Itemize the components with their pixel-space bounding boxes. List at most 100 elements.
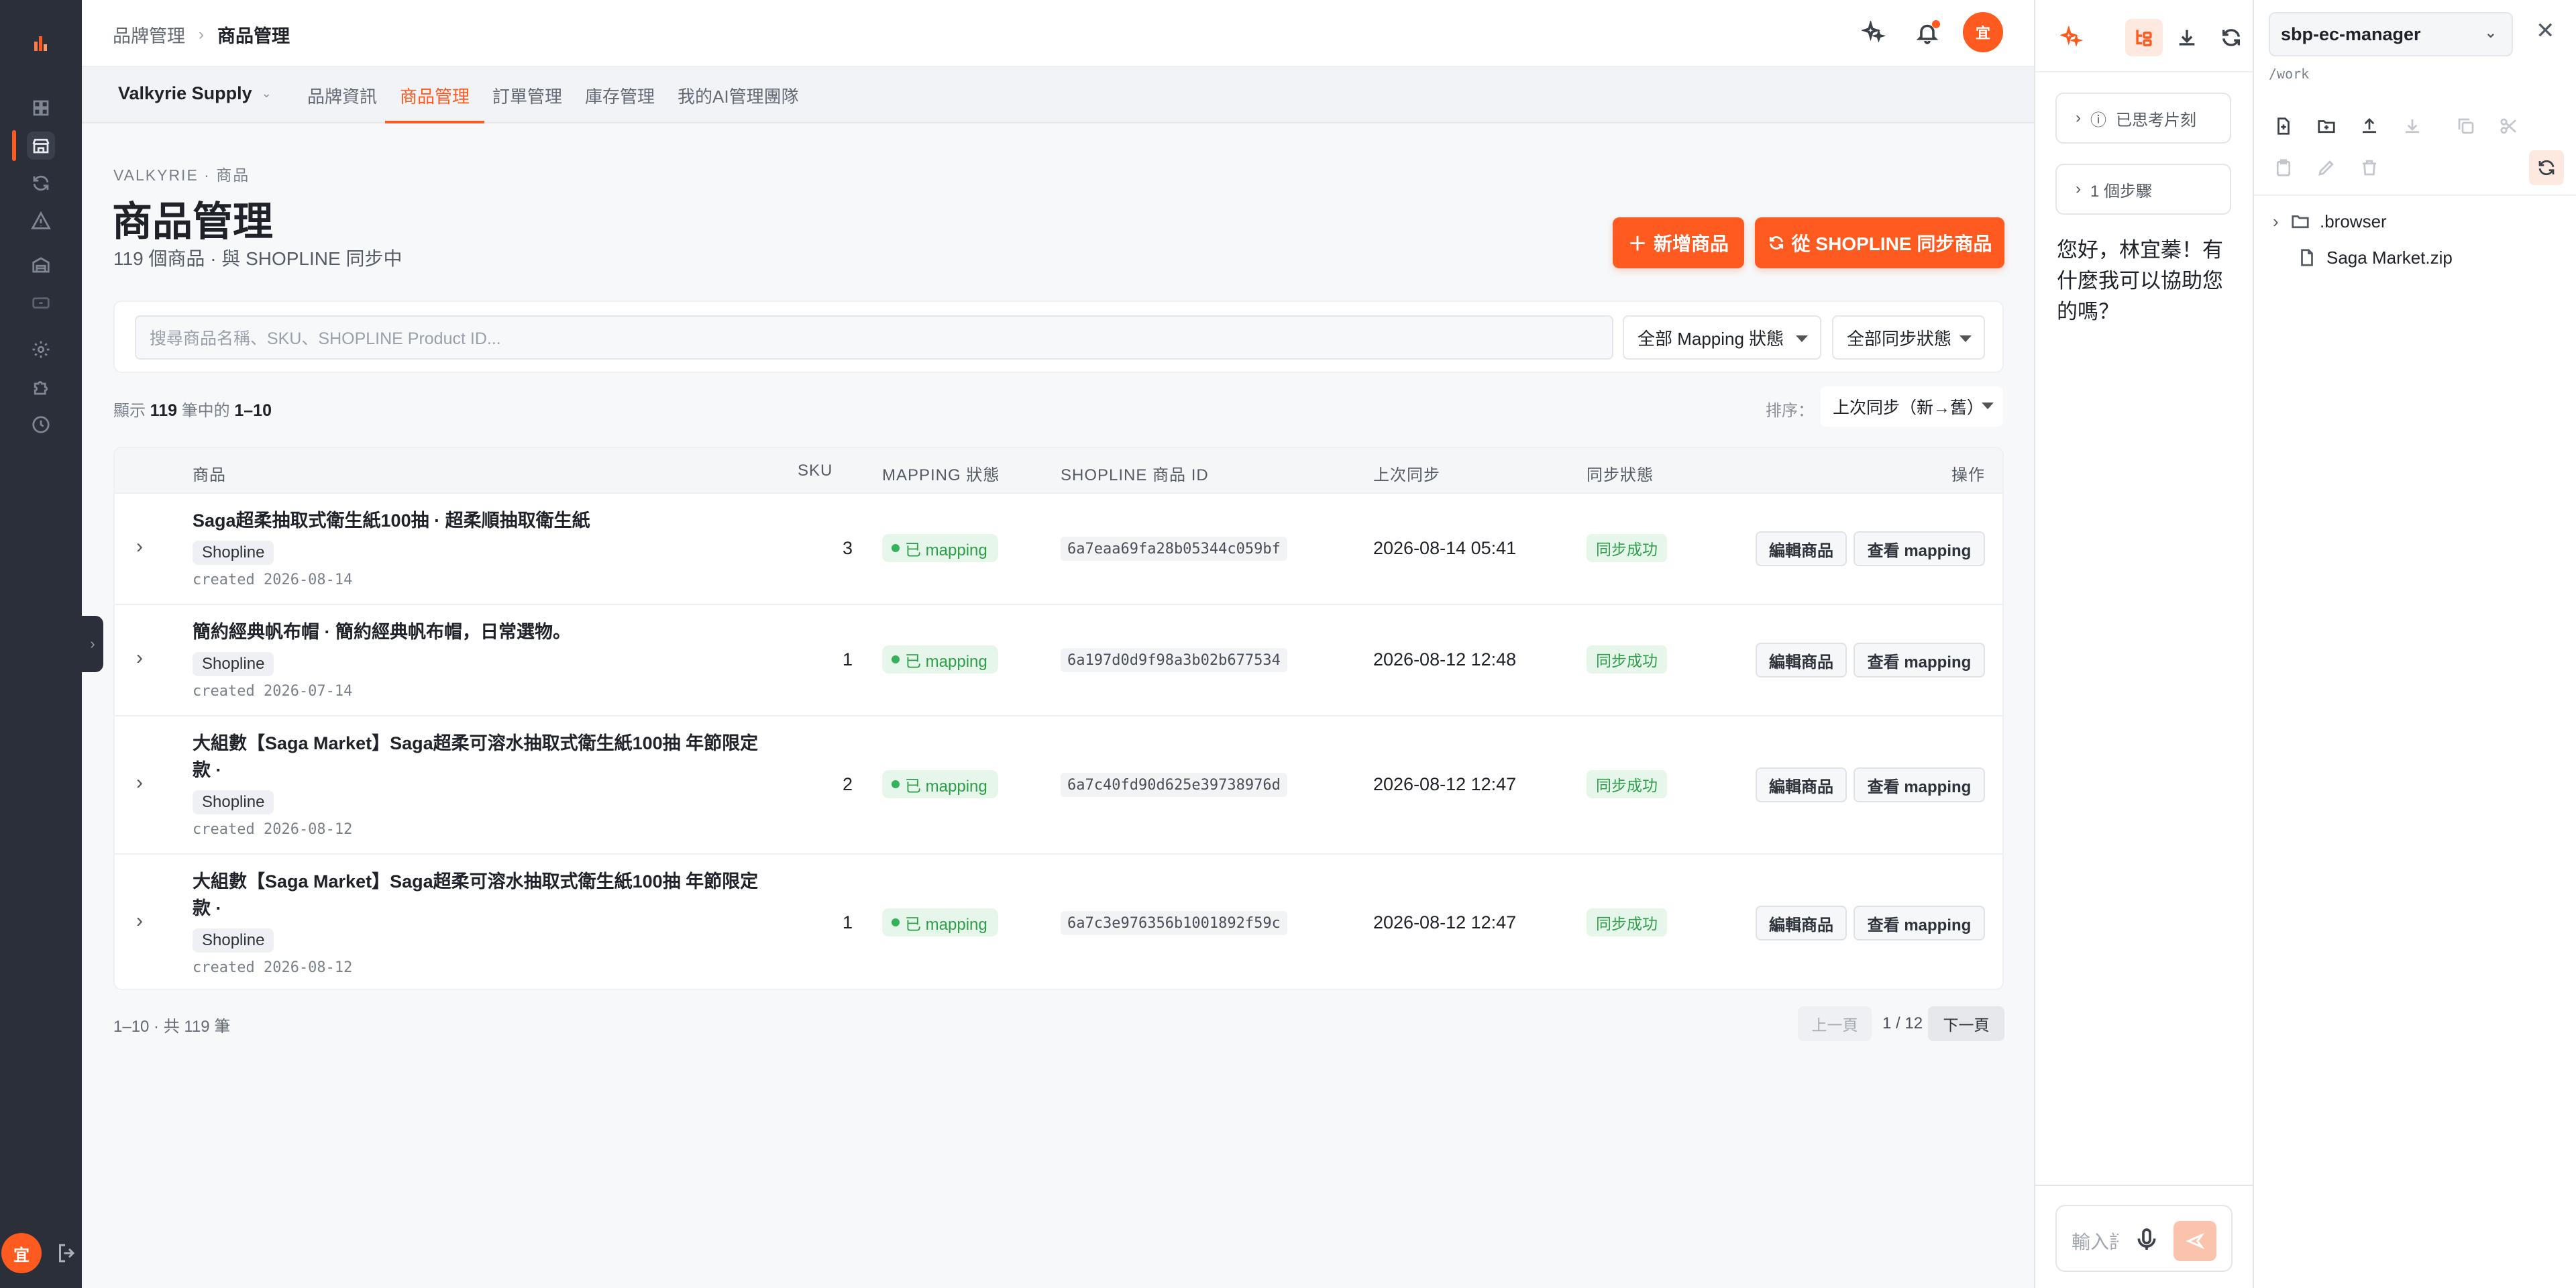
tree-item-file[interactable]: Saga Market.zip <box>2297 243 2453 272</box>
sparkle-icon <box>1862 21 1886 43</box>
sku-count: 1 <box>842 649 853 669</box>
caret-down-icon <box>1960 335 1972 342</box>
microphone-icon[interactable] <box>2133 1226 2160 1253</box>
status-dot <box>892 544 900 552</box>
brand-selector[interactable]: Valkyrie Supply ⌄ <box>118 83 272 104</box>
notifications-button[interactable] <box>1912 17 1943 48</box>
download-file-button[interactable] <box>2398 111 2427 141</box>
sidebar-warehouse[interactable] <box>27 251 55 279</box>
app-logo-icon[interactable] <box>23 27 57 54</box>
created-date: created 2026-08-12 <box>193 821 353 838</box>
table-row[interactable]: › Saga超柔抽取式衛生紙100抽 · 超柔順抽取衛生紙 Shopline c… <box>115 494 2002 605</box>
sidebar-settings[interactable] <box>27 335 55 364</box>
status-dot <box>892 780 900 788</box>
project-selector[interactable]: sbp-ec-manager ⌄ <box>2269 12 2513 56</box>
sparkle-icon <box>2060 26 2083 47</box>
edit-product-button[interactable]: 編輯商品 <box>1756 906 1847 941</box>
steps-label: 1 個步驟 <box>2090 182 2153 201</box>
caret-down-icon <box>1982 402 1994 409</box>
delete-button[interactable] <box>2355 153 2384 182</box>
col-product: 商品 <box>193 466 226 484</box>
edit-product-button[interactable]: 編輯商品 <box>1756 531 1847 566</box>
sidebar-billing[interactable] <box>27 288 55 317</box>
header-avatar[interactable]: 宜 <box>1963 12 2003 52</box>
steps-collapsible[interactable]: › 1 個步驟 <box>2055 164 2231 215</box>
dashboard-icon <box>33 100 49 116</box>
chat-input[interactable]: 輸入訊息 <box>2055 1205 2233 1272</box>
divider <box>2254 195 2576 196</box>
last-sync-time: 2026-08-12 12:47 <box>1373 912 1517 932</box>
expand-row-icon[interactable]: › <box>136 535 143 558</box>
view-mapping-button[interactable]: 查看 mapping <box>1854 906 1985 941</box>
sidebar-sync[interactable] <box>27 169 55 197</box>
new-folder-button[interactable] <box>2312 111 2341 141</box>
new-file-button[interactable] <box>2269 111 2298 141</box>
view-mapping-button[interactable]: 查看 mapping <box>1854 767 1985 802</box>
shopline-product-id: 6a197d0d9f98a3b02b677534 <box>1061 648 1287 672</box>
ai-agent-icon[interactable] <box>2053 19 2090 56</box>
expand-row-icon[interactable]: › <box>136 910 143 932</box>
sync-status-select[interactable]: 全部同步狀態 <box>1832 315 1985 360</box>
shopline-product-id: 6a7eaa69fa28b05344c059bf <box>1061 537 1287 561</box>
sync-status-badge: 同步成功 <box>1587 908 1667 936</box>
sort-select[interactable]: 上次同步（新→舊） <box>1821 386 2003 427</box>
upload-button[interactable] <box>2355 111 2384 141</box>
source-tag: Shopline <box>193 790 274 814</box>
table-row[interactable]: › 簡約經典帆布帽 · 簡約經典帆布帽，日常選物。 Shopline creat… <box>115 605 2002 716</box>
sync-shopline-button[interactable]: 從 SHOPLINE 同步商品 <box>1755 217 2004 268</box>
tab-brand-info[interactable]: 品牌資訊 <box>307 83 377 123</box>
send-button[interactable] <box>2174 1221 2216 1261</box>
mapping-badge: 已 mapping <box>882 770 998 798</box>
expand-row-icon[interactable]: › <box>136 771 143 794</box>
refresh-icon <box>2538 160 2555 176</box>
mapping-status-select[interactable]: 全部 Mapping 狀態 <box>1623 315 1821 360</box>
tab-products[interactable]: 商品管理 <box>384 83 485 123</box>
sidebar-store[interactable] <box>27 131 55 160</box>
edit-product-button[interactable]: 編輯商品 <box>1756 643 1847 678</box>
prev-page-button[interactable]: 上一頁 <box>1798 1006 1872 1041</box>
sidebar-alerts[interactable] <box>27 207 55 235</box>
mapping-label: 已 mapping <box>905 777 987 796</box>
refresh-chat-button[interactable] <box>2212 19 2250 56</box>
refresh-icon <box>1769 236 1783 250</box>
tab-orders[interactable]: 訂單管理 <box>492 83 562 123</box>
close-icon: ✕ <box>2536 18 2555 44</box>
view-mapping-button[interactable]: 查看 mapping <box>1854 643 1985 678</box>
user-avatar[interactable]: 宜 <box>1 1233 42 1273</box>
copy-button[interactable] <box>2451 111 2481 141</box>
cut-button[interactable] <box>2494 111 2524 141</box>
add-product-button[interactable]: ＋ 新增商品 <box>1613 217 1744 268</box>
history-icon <box>32 416 50 433</box>
paste-button[interactable] <box>2269 153 2298 182</box>
last-sync-time: 2026-08-12 12:47 <box>1373 774 1517 794</box>
download-button[interactable] <box>2168 19 2206 56</box>
view-mapping-button[interactable]: 查看 mapping <box>1854 531 1985 566</box>
sidebar-active-indicator <box>12 130 16 161</box>
sidebar-integrations[interactable] <box>27 373 55 401</box>
ai-assistant-button[interactable] <box>1858 17 1889 48</box>
breadcrumb-parent[interactable]: 品牌管理 <box>113 21 185 48</box>
thinking-collapsible[interactable]: › ⓘ 已思考片刻 <box>2055 93 2231 144</box>
project-name: sbp-ec-manager <box>2281 23 2421 44</box>
sidebar-collapse-toggle[interactable]: › <box>82 616 103 672</box>
refresh-files-button[interactable] <box>2529 150 2564 185</box>
sku-count: 1 <box>842 912 853 932</box>
tab-ai-team[interactable]: 我的AI管理團隊 <box>678 83 799 123</box>
rename-button[interactable] <box>2312 153 2341 182</box>
close-panel-button[interactable]: ✕ <box>2536 17 2555 44</box>
sync-icon <box>33 175 49 191</box>
tree-item-folder[interactable]: › .browser <box>2273 207 2387 236</box>
expand-row-icon[interactable]: › <box>136 647 143 669</box>
sidebar-history[interactable] <box>27 411 55 439</box>
chevron-right-icon: › <box>2273 211 2279 231</box>
edit-product-button[interactable]: 編輯商品 <box>1756 767 1847 802</box>
sidebar-dashboard[interactable] <box>27 94 55 122</box>
table-row[interactable]: › 大組數【Saga Market】Saga超柔可溶水抽取式衛生紙100抽 年節… <box>115 716 2002 855</box>
next-page-button[interactable]: 下一頁 <box>1928 1006 2004 1041</box>
chevron-down-icon: ⌄ <box>261 87 272 100</box>
tab-inventory[interactable]: 庫存管理 <box>585 83 655 123</box>
logout-icon[interactable] <box>55 1241 79 1265</box>
table-row[interactable]: › 大組數【Saga Market】Saga超柔可溶水抽取式衛生紙100抽 年節… <box>115 855 2002 989</box>
file-tree-toggle[interactable] <box>2125 19 2163 56</box>
product-search-input[interactable]: 搜尋商品名稱、SKU、SHOPLINE Product ID... <box>135 315 1613 360</box>
